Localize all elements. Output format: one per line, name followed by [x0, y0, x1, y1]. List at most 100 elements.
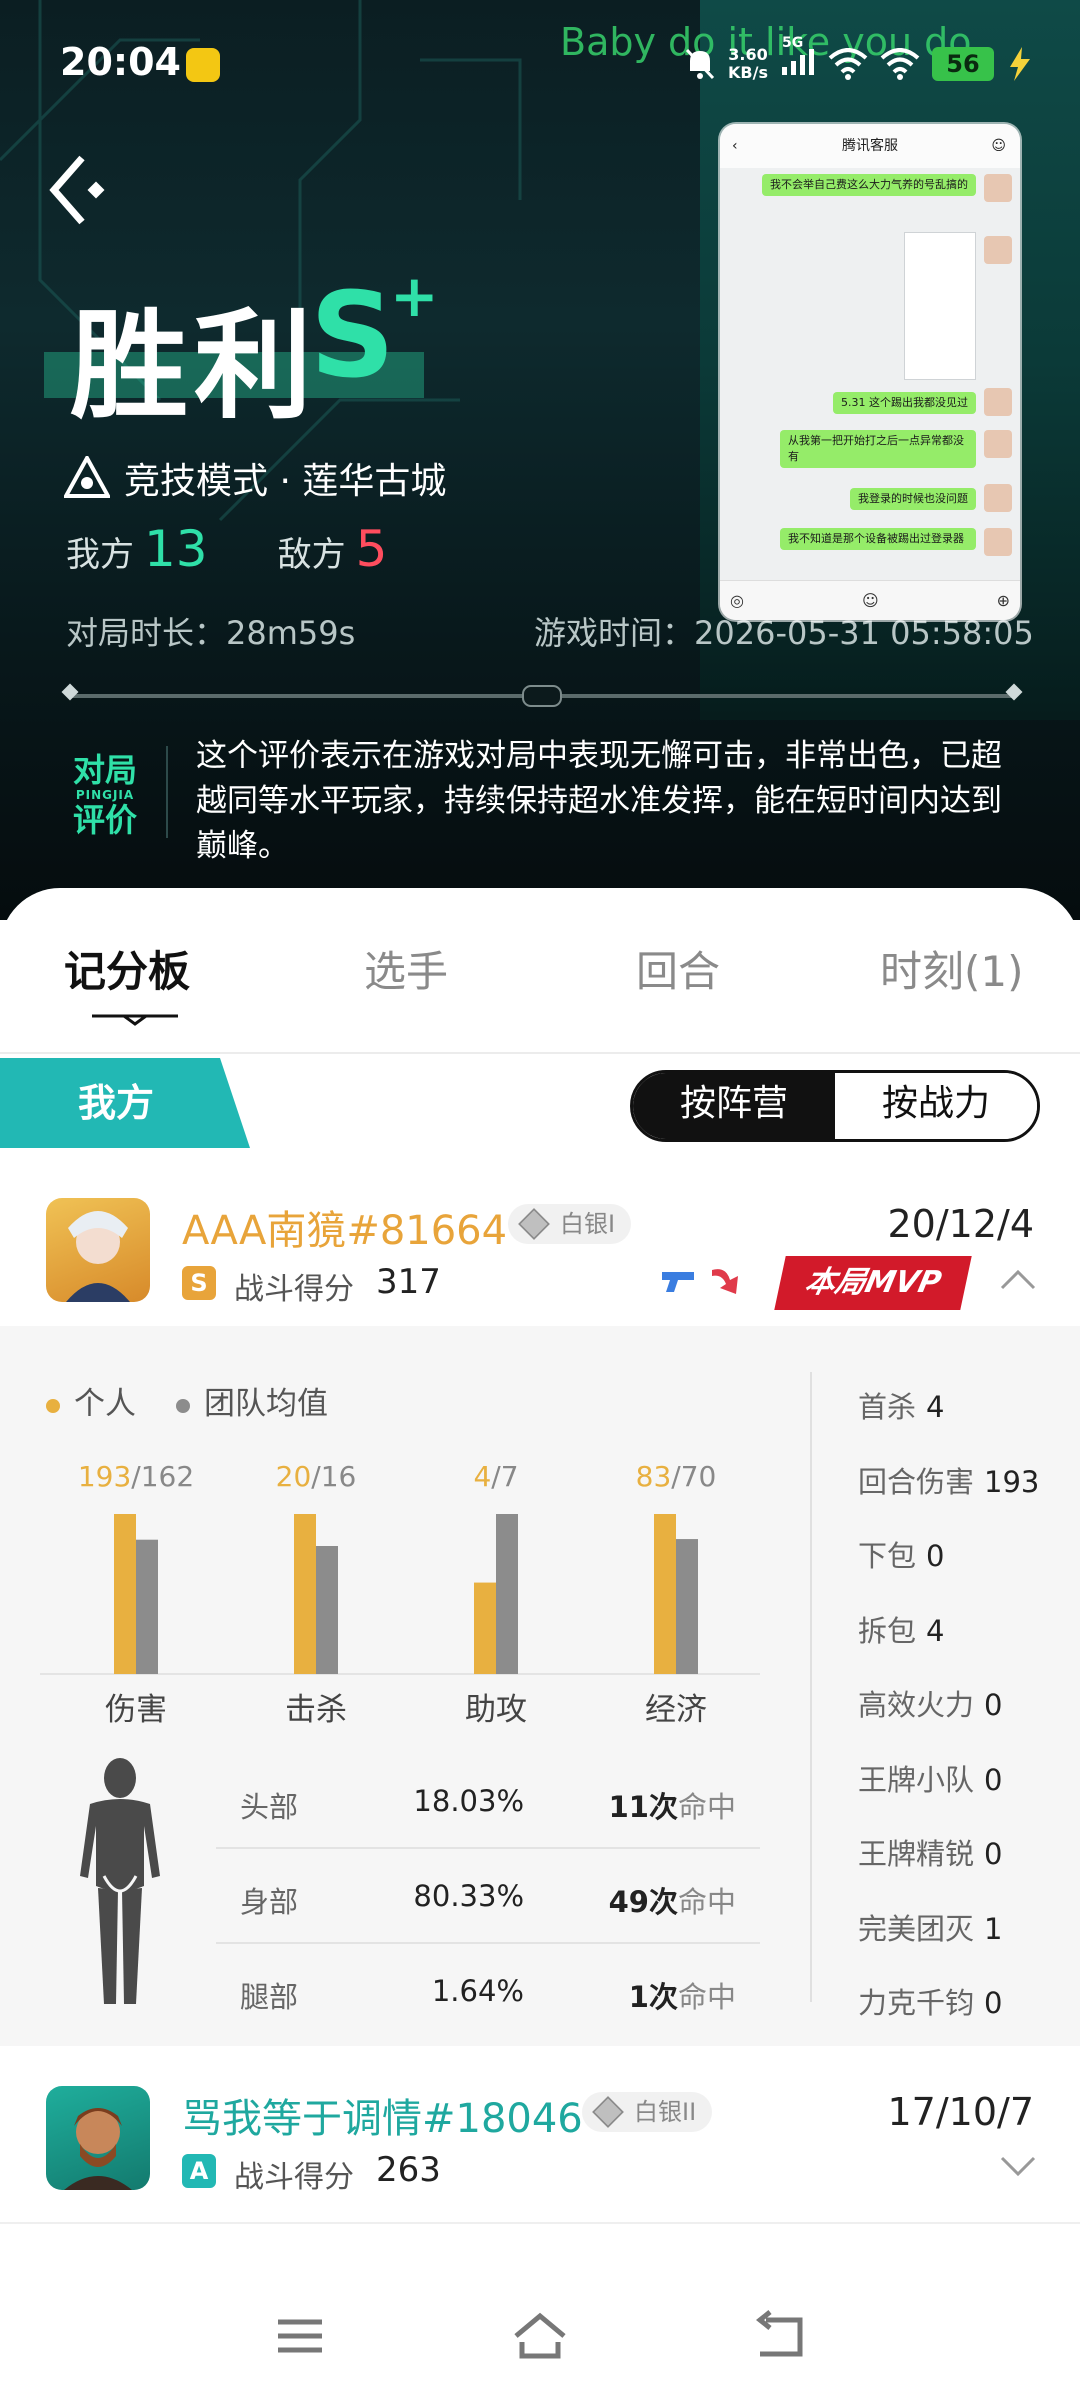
sort-toggle[interactable]: 按阵营 按战力: [630, 1070, 1040, 1142]
stat-bar-chart: 193/162 伤害 20/16 击杀 4/7 助攻 83/70 经济: [40, 1460, 760, 1726]
stat-value: 4: [926, 1390, 945, 1424]
stat-label: 下包: [858, 1539, 917, 1573]
network-type: 5G: [782, 35, 804, 51]
chat-avatar: [984, 430, 1012, 458]
mode-icon: [64, 456, 110, 498]
combat-score: 263: [376, 2150, 441, 2190]
chat-back-icon[interactable]: ‹: [732, 124, 738, 168]
chat-avatar: [984, 388, 1012, 416]
player-avatar: [46, 2086, 150, 2190]
stat-label: 拆包: [858, 1613, 917, 1648]
active-tab-indicator: [92, 1014, 178, 1026]
chat-voice-icon[interactable]: ◎: [730, 591, 744, 610]
stat-value: 0: [926, 1539, 945, 1573]
stats-divider: [810, 1372, 812, 2002]
hit-row-head: 头部 18.03% 11次命中: [216, 1754, 760, 1849]
scoreboard-sheet: 记分板 选手 回合 时刻(1) 我方 按阵营 按战力 AAA南獍#81664 白…: [0, 888, 1080, 2400]
tab-scoreboard[interactable]: 记分板: [64, 938, 190, 999]
stat-row: 王牌精锐 0: [858, 1831, 1002, 1873]
chat-avatar: [984, 174, 1012, 202]
chat-title: 腾讯客服: [842, 138, 898, 154]
result-grade-plus: +: [390, 262, 439, 330]
bar-personal: [294, 1514, 316, 1674]
bar-team: [496, 1514, 518, 1674]
player-row[interactable]: 骂我等于调情#18046 白银II A 战斗得分 263 17/10/7: [0, 2058, 1080, 2208]
tab-players[interactable]: 选手: [364, 938, 448, 999]
player-kda: 17/10/7: [887, 2090, 1035, 2134]
chat-overlay-window[interactable]: ‹ 腾讯客服 ☺ 我不会举自己费这么大力气养的号乱搞的 5.31 这个踢出我都没…: [720, 124, 1020, 620]
chat-message: 从我第一把开始打之后一点异常都没有: [780, 430, 976, 468]
chevron-up-icon[interactable]: [1000, 1268, 1036, 1292]
tab-bar: 记分板 选手 回合 时刻(1): [0, 916, 1080, 1054]
combat-score-label: 战斗得分: [234, 1272, 354, 1307]
chat-image-thumbnail[interactable]: [904, 232, 976, 380]
chat-emoji-icon[interactable]: ☺: [862, 591, 879, 610]
evaluation-text: 这个评价表示在游戏对局中表现无懈可击，非常出色，已超越同等水平玩家，持续保持超水…: [196, 738, 1002, 864]
stat-label: 完美团灭: [858, 1911, 975, 1946]
player-kda: 20/12/4: [887, 1202, 1035, 1246]
rank-badge: 白银I: [508, 1204, 632, 1244]
chat-message: 我不知道是那个设备被踢出过登录器: [780, 528, 976, 550]
player-grade-chip: A: [182, 2154, 216, 2188]
ours-label: 我方: [66, 535, 134, 575]
status-time: 20:04: [60, 40, 181, 84]
bar-personal: [654, 1514, 676, 1674]
stat-row: 下包 0: [858, 1533, 944, 1575]
player-detail-panel: 个人 团队均值 193/162 伤害 20/16 击杀 4/7 助攻 83/70 经济 头部 …: [0, 1326, 1080, 2046]
stat-value: 193: [984, 1464, 1040, 1499]
combat-score: 317: [376, 1262, 441, 1302]
bar-value-label: 193/162: [78, 1460, 194, 1493]
hit-row-body: 身部 80.33% 49次命中: [216, 1849, 760, 1944]
bar-team: [676, 1539, 698, 1674]
battery-indicator: 56: [932, 47, 994, 81]
player-row[interactable]: AAA南獍#81664 白银I S 战斗得分 317 20/12/4 本局MVP: [0, 1170, 1080, 1320]
stat-label: 力克千钧: [858, 1986, 975, 2020]
player-name: AAA南獍#81664: [182, 1208, 508, 1254]
tab-rounds[interactable]: 回合: [636, 938, 720, 999]
player-name: 骂我等于调情#18046: [182, 2096, 583, 2142]
bar-value-label: 83/70: [636, 1460, 717, 1493]
chat-avatar: [984, 236, 1012, 264]
hit-distribution-table: 头部 18.03% 11次命中 身部 80.33% 49次命中 腿部 1.64%…: [216, 1754, 760, 2037]
chevron-down-icon[interactable]: [1000, 2154, 1036, 2178]
stat-row: 回合伤害 193: [858, 1459, 1039, 1501]
chat-header: ‹ 腾讯客服 ☺: [720, 124, 1020, 168]
back-arrow-icon[interactable]: [46, 150, 116, 230]
stat-label: 高效火力: [858, 1688, 975, 1722]
player-avatar: [46, 1198, 150, 1302]
home-icon[interactable]: [510, 2308, 570, 2364]
bar-value-label: 4/7: [473, 1460, 518, 1493]
charging-icon: [1010, 47, 1030, 81]
category-label: 经济: [645, 1692, 707, 1726]
net-speed: 3.60 KB/s: [728, 45, 768, 82]
row-divider: [0, 2222, 1080, 2224]
match-timeline[interactable]: [61, 683, 1023, 707]
stat-row: 高效火力 0: [858, 1682, 1002, 1724]
chat-add-icon[interactable]: ⊕: [997, 591, 1010, 610]
stat-value: 0: [984, 1837, 1003, 1871]
theirs-score: 5: [355, 520, 388, 578]
body-silhouette-icon: [80, 1758, 160, 2004]
menu-icon[interactable]: [270, 2308, 330, 2364]
sort-by-power-button[interactable]: 按战力: [835, 1073, 1037, 1139]
stat-row: 首杀 4: [858, 1384, 944, 1426]
player-grade-chip: S: [182, 1266, 216, 1300]
category-label: 击杀: [285, 1692, 347, 1726]
stat-row: 力克千钧 0: [858, 1980, 1002, 2022]
sort-by-camp-button[interactable]: 按阵营: [633, 1073, 835, 1139]
match-duration: 对局时长：28m59s: [66, 614, 356, 652]
rank-badge: 白银II: [582, 2092, 713, 2132]
stat-label: 首杀: [858, 1390, 917, 1424]
chat-message: 5.31 这个踢出我都没见过: [833, 392, 976, 414]
ours-score: 13: [144, 520, 208, 578]
back-icon[interactable]: [750, 2308, 810, 2364]
chat-input-bar[interactable]: ◎ ☺ ⊕: [720, 580, 1020, 620]
bar-value-label: 20/16: [276, 1460, 357, 1493]
chat-profile-icon[interactable]: ☺: [991, 124, 1006, 168]
tab-moments[interactable]: 时刻(1): [880, 938, 1024, 999]
timeline-handle[interactable]: [522, 685, 562, 707]
category-label: 助攻: [465, 1692, 527, 1726]
rank-gem-icon: [518, 1208, 550, 1240]
chat-message: 我登录的时候也没问题: [850, 488, 976, 510]
stat-value: 0: [984, 1688, 1003, 1722]
